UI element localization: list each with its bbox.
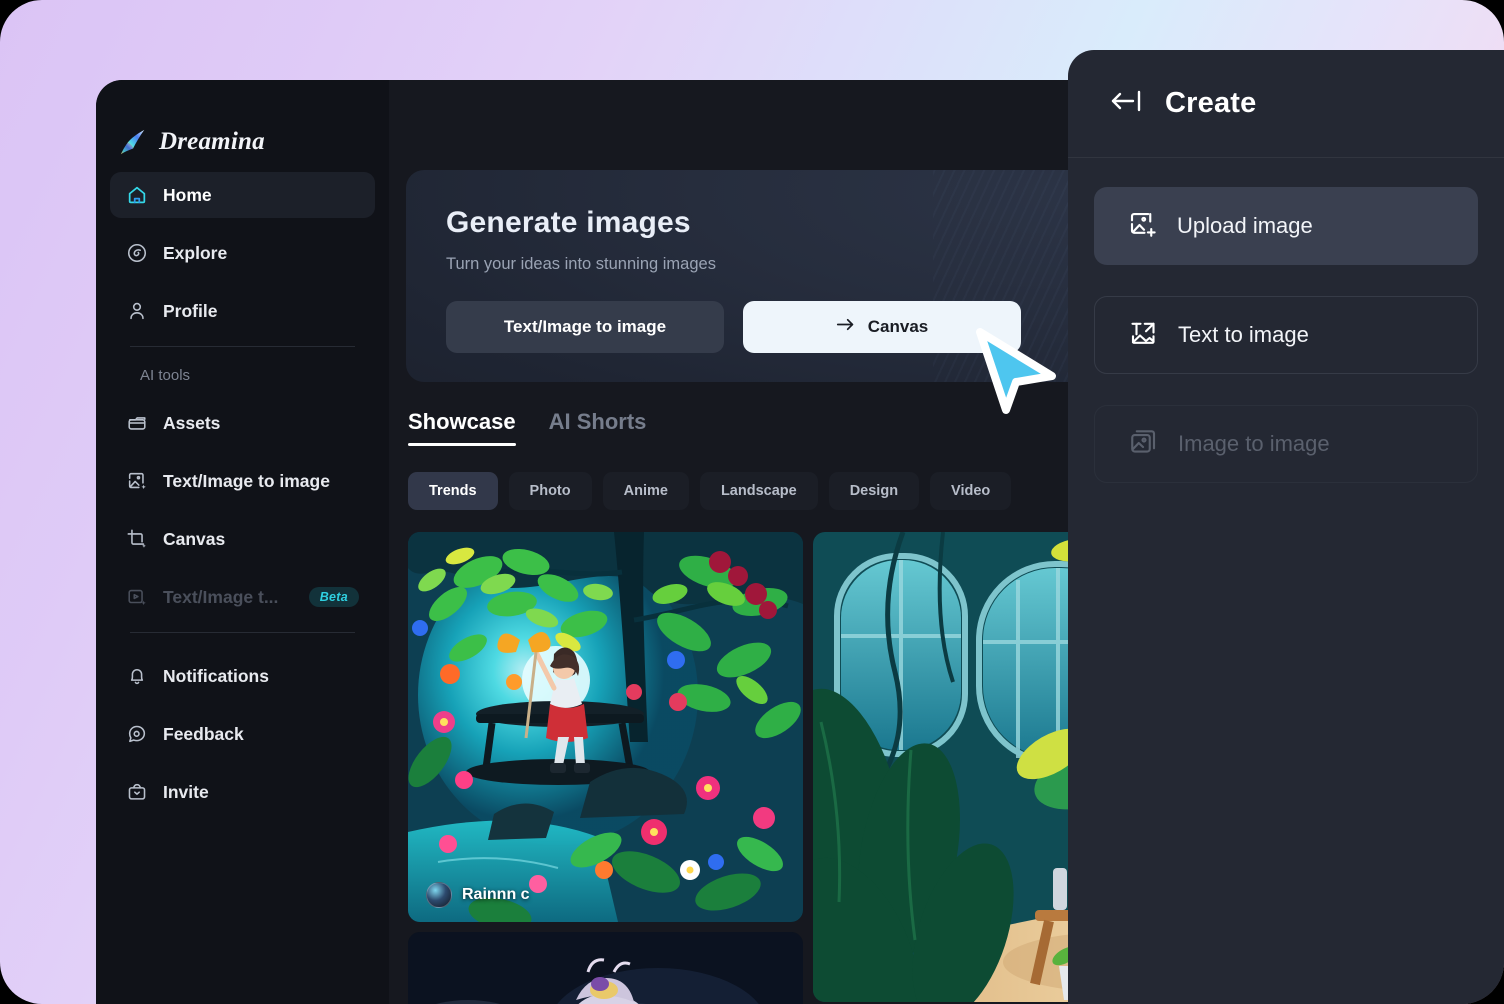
gallery-card[interactable]	[408, 932, 803, 1004]
sidebar-item-feedback[interactable]: Feedback	[110, 711, 375, 757]
sidebar-item-label: Invite	[163, 781, 209, 802]
sidebar-divider-top	[130, 346, 355, 347]
credit-username: Rainnn c	[462, 886, 530, 903]
page-root: Dreamina Home Explore Profile AI tools A…	[0, 0, 1504, 1004]
sidebar-item-label: Notifications	[163, 665, 269, 686]
sidebar-item-profile[interactable]: Profile	[110, 288, 375, 334]
sidebar-item-label: Explore	[163, 242, 228, 263]
image-to-image-icon	[1128, 427, 1158, 462]
option-upload-image[interactable]: Upload image	[1094, 187, 1478, 265]
gallery-card[interactable]: Rainnn c	[408, 532, 803, 922]
text-image-to-image-button[interactable]: Text/Image to image	[446, 301, 724, 353]
tab-ai-shorts[interactable]: AI Shorts	[549, 409, 647, 446]
folder-icon	[126, 412, 148, 434]
sidebar-item-label: Profile	[163, 300, 218, 321]
avatar	[426, 882, 452, 908]
option-text-to-image[interactable]: Text to image	[1094, 296, 1478, 374]
collapse-left-icon[interactable]	[1109, 87, 1145, 120]
canvas-button[interactable]: Canvas	[743, 301, 1021, 353]
card-credit: Rainnn c	[426, 882, 530, 908]
chip-design[interactable]: Design	[828, 472, 920, 510]
create-panel-options: Upload image Text to image Image to imag…	[1068, 158, 1504, 483]
status-badge: Beta	[308, 587, 359, 607]
create-panel: Create Upload image Text to image Image …	[1068, 50, 1504, 1004]
chip-landscape[interactable]: Landscape	[699, 472, 818, 510]
sidebar-item-label: Canvas	[163, 528, 226, 549]
explore-icon	[126, 242, 148, 264]
sidebar-primary-nav: Home Explore Profile AI tools Assets Tex…	[96, 172, 389, 815]
sidebar-section-label: AI tools	[140, 367, 191, 384]
video-sparkle-icon	[126, 586, 148, 608]
chip-video[interactable]: Video	[930, 472, 1012, 510]
canvas-crop-icon	[126, 528, 148, 550]
invite-icon	[126, 781, 148, 803]
bell-icon	[126, 665, 148, 687]
tab-showcase[interactable]: Showcase	[408, 409, 516, 446]
brand: Dreamina	[96, 80, 389, 172]
option-label: Upload image	[1177, 213, 1313, 238]
chip-trends[interactable]: Trends	[408, 472, 498, 510]
sidebar-item-label: Feedback	[163, 723, 244, 744]
canvas-button-label: Canvas	[867, 317, 929, 336]
sparkle-star-icon	[118, 127, 148, 157]
home-icon	[126, 184, 148, 206]
gallery-column-1: Rainnn c	[408, 532, 803, 1004]
artwork-forest-girl	[408, 532, 803, 922]
sidebar-divider-bottom	[130, 632, 355, 633]
desktop-background: Dreamina Home Explore Profile AI tools A…	[0, 0, 1504, 1004]
sidebar-item-label: Text/Image t...	[163, 586, 279, 607]
create-panel-header: Create	[1068, 50, 1504, 158]
create-panel-title: Create	[1165, 87, 1257, 119]
sidebar-item-explore[interactable]: Explore	[110, 230, 375, 276]
sidebar-item-label: Assets	[163, 412, 221, 433]
profile-icon	[126, 300, 148, 322]
sidebar-item-notifications[interactable]: Notifications	[110, 653, 375, 699]
text-to-image-icon	[1128, 318, 1158, 353]
option-image-to-image[interactable]: Image to image	[1094, 405, 1478, 483]
sidebar-item-text-image-to-image[interactable]: Text/Image to image	[110, 458, 375, 504]
chip-anime[interactable]: Anime	[602, 472, 689, 510]
sidebar: Dreamina Home Explore Profile AI tools A…	[96, 80, 389, 1004]
image-sparkle-icon	[126, 470, 148, 492]
arrow-right-icon	[836, 317, 855, 337]
sidebar-item-canvas[interactable]: Canvas	[110, 516, 375, 562]
sidebar-item-assets[interactable]: Assets	[110, 400, 375, 446]
brand-name: Dreamina	[159, 128, 265, 155]
artwork-smoke-portrait	[408, 932, 803, 1004]
option-label: Image to image	[1178, 431, 1330, 456]
option-label: Text to image	[1178, 322, 1309, 347]
chip-photo[interactable]: Photo	[508, 472, 592, 510]
sidebar-item-text-image-to-video[interactable]: Text/Image t... Beta	[110, 574, 375, 620]
sidebar-item-home[interactable]: Home	[110, 172, 375, 218]
sidebar-item-invite[interactable]: Invite	[110, 769, 375, 815]
sidebar-item-label: Text/Image to image	[163, 470, 330, 491]
upload-image-icon	[1127, 209, 1157, 244]
feedback-icon	[126, 723, 148, 745]
sidebar-item-label: Home	[163, 184, 212, 205]
